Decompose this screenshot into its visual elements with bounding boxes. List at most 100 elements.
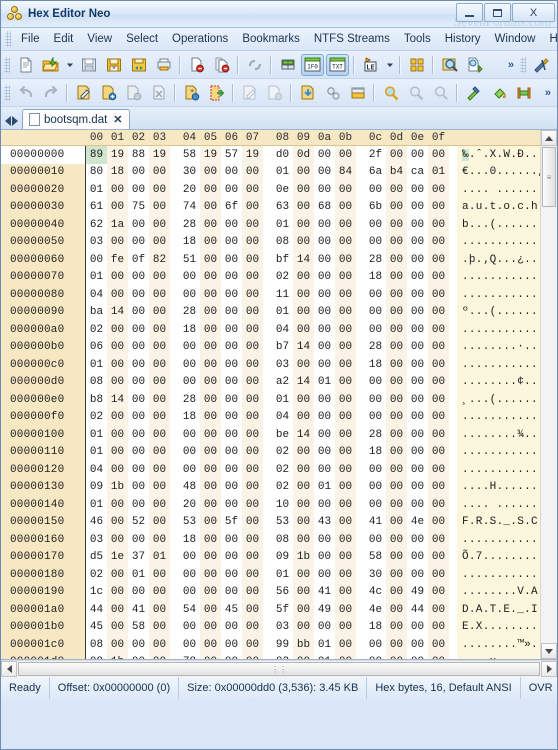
hex-byte-cell[interactable]: 00: [386, 513, 407, 531]
hex-byte-cell[interactable]: 00: [386, 373, 407, 391]
hex-row[interactable]: 000000e0 b8 14 00 00 28 00 00 00 01 00 00 00 00 00 00 00…: [1, 391, 540, 409]
hex-byte-cell[interactable]: 00: [386, 408, 407, 426]
hex-byte-cell[interactable]: 00: [200, 286, 221, 304]
hex-byte-cell[interactable]: 14: [107, 303, 128, 321]
hex-byte-cell[interactable]: 00: [242, 548, 263, 566]
hex-byte-cell[interactable]: 30: [365, 566, 386, 584]
hex-row[interactable]: 00000160 03 00 00 00 18 00 00 00 08 00 00 00 00 00 00 00…: [1, 531, 540, 549]
hex-byte-cell[interactable]: 1b: [107, 653, 128, 659]
hex-byte-cell[interactable]: 00: [149, 163, 170, 181]
hex-byte-cell[interactable]: 00: [365, 461, 386, 479]
hex-byte-cell[interactable]: 37: [128, 549, 149, 567]
hex-row[interactable]: 00000090 ba 14 00 00 28 00 00 00 01 00 00 00 00 00 00 00…: [1, 303, 540, 322]
hex-byte-cell[interactable]: 00: [107, 321, 128, 339]
hex-byte-cell[interactable]: 00: [221, 251, 242, 269]
hex-byte-cell[interactable]: 62: [86, 216, 107, 234]
hex-byte-cell[interactable]: 00: [407, 339, 428, 357]
hex-byte-cell[interactable]: 00: [293, 268, 314, 286]
delete-button[interactable]: [122, 82, 145, 104]
hex-byte-cell[interactable]: 00: [200, 356, 221, 374]
hex-byte-cell[interactable]: 00: [386, 338, 407, 356]
row-ascii[interactable]: .... ...........: [457, 181, 540, 199]
hex-byte-cell[interactable]: 01: [86, 444, 107, 462]
hex-byte-cell[interactable]: 00: [365, 479, 386, 497]
row-ascii[interactable]: D.A.T.E._.I.N.D.: [457, 601, 540, 619]
hex-byte-cell[interactable]: 00: [386, 636, 407, 654]
hex-byte-cell[interactable]: 89: [86, 146, 107, 164]
hex-row[interactable]: 00000000 89 19 88 19 58 19 57 19 d0 0d 00 00 2f 00 00 00…: [1, 146, 540, 164]
row-ascii[interactable]: ................: [457, 268, 540, 286]
hex-byte-cell[interactable]: 00: [149, 583, 170, 601]
hex-byte-cell[interactable]: 14: [107, 391, 128, 409]
hex-byte-cell[interactable]: 09: [86, 654, 107, 659]
hex-byte-cell[interactable]: 6a: [365, 164, 386, 182]
view-hex-button[interactable]: 1F0: [301, 53, 324, 76]
hex-row[interactable]: 000000a0 02 00 00 00 18 00 00 00 04 00 00 00 00 00 00 00…: [1, 321, 540, 339]
hex-byte-cell[interactable]: 00: [365, 304, 386, 322]
hex-byte-cell[interactable]: 00: [386, 198, 407, 216]
maximize-button[interactable]: [484, 3, 511, 22]
row-ascii[interactable]: ‰.ˆ.X.W.Ð.../...: [457, 146, 540, 164]
hex-byte-cell[interactable]: 02: [272, 444, 293, 462]
hex-byte-cell[interactable]: 00: [242, 636, 263, 654]
hex-byte-cell[interactable]: 61: [86, 199, 107, 217]
hex-byte-cell[interactable]: bb: [293, 636, 314, 654]
hex-byte-cell[interactable]: 00: [149, 461, 170, 479]
hex-byte-cell[interactable]: 00: [242, 496, 263, 514]
menu-item-history[interactable]: History: [438, 30, 488, 48]
hex-byte-cell[interactable]: 00: [293, 461, 314, 479]
hex-byte-cell[interactable]: 00: [221, 234, 242, 252]
edit-button[interactable]: [72, 82, 95, 104]
hex-byte-cell[interactable]: 19: [200, 146, 221, 164]
hex-byte-cell[interactable]: 00: [107, 583, 128, 601]
hex-byte-cell[interactable]: 00: [386, 461, 407, 479]
hex-byte-cell[interactable]: 58: [365, 549, 386, 567]
reload-button[interactable]: [243, 54, 266, 76]
hex-byte-cell[interactable]: 00: [221, 461, 242, 479]
hex-byte-cell[interactable]: 00: [221, 479, 242, 497]
hex-byte-cell[interactable]: 00: [428, 373, 449, 391]
tab-close-icon[interactable]: ✕: [113, 113, 122, 126]
hex-byte-cell[interactable]: 00: [149, 321, 170, 339]
row-ascii[interactable]: b...(...........: [457, 216, 540, 234]
row-ascii[interactable]: ........¢.......: [457, 373, 540, 391]
hex-byte-cell[interactable]: 00: [107, 268, 128, 286]
hex-row[interactable]: 00000030 61 00 75 00 74 00 6f 00 63 00 68 00 6b 00 00 00…: [1, 198, 540, 217]
hex-byte-cell[interactable]: 00: [407, 479, 428, 497]
hex-byte-cell[interactable]: 00: [428, 461, 449, 479]
hex-byte-cell[interactable]: 08: [272, 234, 293, 252]
hex-byte-cell[interactable]: 00: [179, 549, 200, 567]
hex-byte-cell[interactable]: 00: [335, 601, 356, 619]
hex-byte-cell[interactable]: 00: [221, 409, 242, 427]
hex-row[interactable]: 00000140 01 00 00 00 20 00 00 00 10 00 00 00 00 00 00 00…: [1, 496, 540, 514]
hex-byte-cell[interactable]: 00: [200, 636, 221, 654]
hex-byte-cell[interactable]: 00: [221, 549, 242, 567]
view-structure-button[interactable]: [276, 54, 299, 76]
scroll-down-button[interactable]: [541, 643, 557, 659]
hex-row[interactable]: 00000150 46 00 52 00 53 00 5f 00 53 00 43 00 41 00 4e 00…: [1, 513, 540, 531]
hex-byte-cell[interactable]: 00: [128, 164, 149, 182]
hex-byte-cell[interactable]: 00: [428, 478, 449, 496]
hex-byte-cell[interactable]: 00: [149, 373, 170, 391]
hex-byte-cell[interactable]: 19: [149, 146, 170, 164]
hex-byte-cell[interactable]: 03: [86, 234, 107, 252]
hex-byte-cell[interactable]: 00: [386, 426, 407, 444]
export-button[interactable]: [205, 82, 228, 104]
hex-byte-cell[interactable]: 00: [107, 408, 128, 426]
hex-byte-cell[interactable]: 02: [272, 269, 293, 287]
hex-byte-cell[interactable]: 00: [314, 356, 335, 374]
hex-byte-cell[interactable]: 00: [293, 601, 314, 619]
hex-byte-cell[interactable]: 28: [179, 216, 200, 234]
vertical-scrollbar[interactable]: ≡: [540, 130, 557, 659]
hex-byte-cell[interactable]: ca: [407, 164, 428, 182]
hex-byte-cell[interactable]: 00: [128, 374, 149, 392]
row-ascii[interactable]: F.R.S._.S.C.A.N.: [457, 513, 540, 531]
hex-byte-cell[interactable]: 00: [200, 583, 221, 601]
hex-byte-cell[interactable]: 03: [272, 356, 293, 374]
hex-byte-cell[interactable]: 0f: [128, 251, 149, 269]
hex-byte-cell[interactable]: 00: [149, 408, 170, 426]
hex-byte-cell[interactable]: b4: [386, 163, 407, 181]
hex-byte-cell[interactable]: 00: [365, 181, 386, 199]
hex-byte-cell[interactable]: 00: [242, 513, 263, 531]
hex-byte-cell[interactable]: 88: [128, 146, 149, 164]
